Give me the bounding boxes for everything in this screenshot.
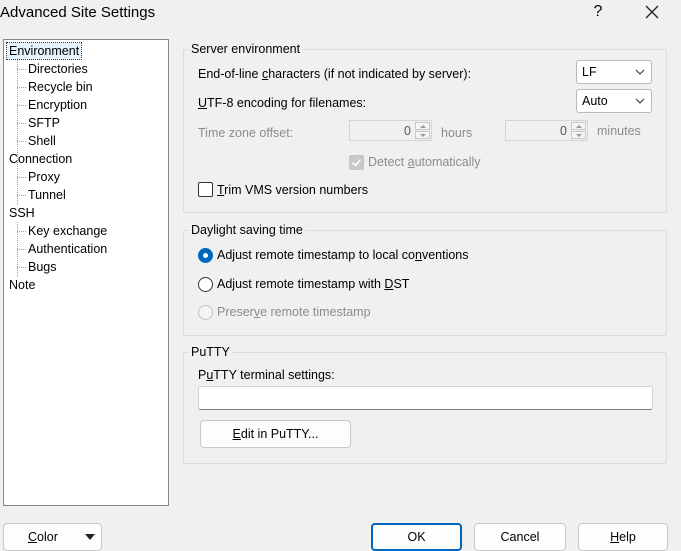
help-button[interactable]: Help [578,523,668,551]
minutes-spinner[interactable]: 0 [505,120,588,141]
tree-item-encryption[interactable]: Encryption [26,97,89,113]
title-bar: Advanced Site Settings ? [0,0,681,30]
tree-item-proxy[interactable]: Proxy [26,169,62,185]
eol-select[interactable]: LF [576,60,652,84]
minutes-value: 0 [560,124,567,138]
utf8-label: UTF-8 encoding for filenames: [198,96,367,110]
chevron-down-icon [635,98,645,104]
spin-down-icon[interactable] [415,131,430,139]
eol-value: LF [582,65,597,79]
utf8-value: Auto [582,94,608,108]
timezone-label: Time zone offset: [198,126,294,140]
spin-down-icon[interactable] [571,131,586,139]
tree-connector [17,168,18,205]
tree-item-authentication[interactable]: Authentication [26,241,109,257]
putty-settings-label: PuTTY terminal settings: [198,368,335,382]
tree-item-sftp[interactable]: SFTP [26,115,62,131]
hours-label: hours [441,126,473,140]
settings-tree[interactable]: Environment Directories Recycle bin Encr… [3,39,169,506]
dst-preserve-label: Preserve remote timestamp [217,305,371,319]
chevron-down-icon [635,69,645,75]
tree-item-recycle-bin[interactable]: Recycle bin [26,79,95,95]
dropdown-arrow-icon [85,534,95,540]
dst-adjust-dst-radio[interactable] [198,277,213,292]
utf8-select[interactable]: Auto [576,89,652,113]
trim-vms-label: Trim VMS version numbers [217,183,368,197]
close-icon [645,5,659,19]
dst-title: Daylight saving time [189,223,305,237]
dst-adjust-local-radio[interactable] [198,248,213,263]
hours-value: 0 [404,124,411,138]
tree-item-ssh[interactable]: SSH [7,205,37,221]
dst-preserve-radio[interactable] [198,305,213,320]
putty-settings-input[interactable] [198,386,653,410]
spin-up-icon[interactable] [415,122,430,130]
tree-item-bugs[interactable]: Bugs [26,259,59,275]
dst-adjust-dst-label: Adjust remote timestamp with DST [217,277,410,291]
eol-label: End-of-line characters (if not indicated… [198,67,472,81]
detect-automatically-checkbox[interactable] [349,155,364,170]
tree-item-key-exchange[interactable]: Key exchange [26,223,109,239]
dst-adjust-local-label: Adjust remote timestamp to local convent… [217,248,469,262]
spin-up-icon[interactable] [571,122,586,130]
checkmark-icon [351,158,362,167]
window-title: Advanced Site Settings [0,4,156,21]
minutes-label: minutes [597,124,641,138]
edit-in-putty-button[interactable]: Edit in PuTTY... [200,420,351,448]
cancel-button[interactable]: Cancel [474,523,566,551]
tree-item-note[interactable]: Note [7,277,37,293]
detect-automatically-label: Detect automatically [368,155,481,169]
tree-item-shell[interactable]: Shell [26,133,58,149]
help-icon[interactable]: ? [588,3,608,21]
tree-item-tunnel[interactable]: Tunnel [26,187,68,203]
ok-button[interactable]: OK [371,523,462,551]
tree-item-connection[interactable]: Connection [7,151,74,167]
server-environment-title: Server environment [189,42,303,56]
tree-item-environment[interactable]: Environment [5,42,83,60]
hours-spinner[interactable]: 0 [349,120,432,141]
tree-item-directories[interactable]: Directories [26,61,90,77]
putty-title: PuTTY [189,345,232,359]
color-button[interactable]: Color [3,523,102,551]
close-button[interactable] [640,2,666,24]
trim-vms-checkbox[interactable] [198,182,213,197]
